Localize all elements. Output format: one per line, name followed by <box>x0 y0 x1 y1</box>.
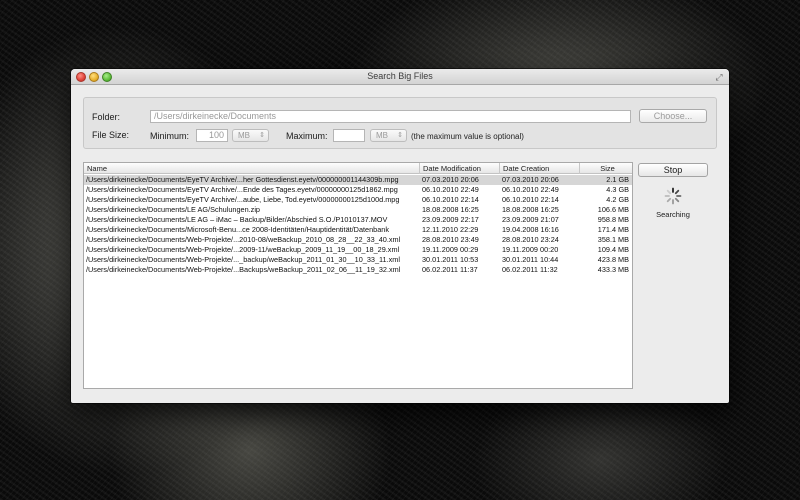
cell-size: 171.4 MB <box>597 225 629 234</box>
cell-name: /Users/dirkeinecke/Documents/LE AG/Schul… <box>86 205 260 214</box>
cell-date-creation: 06.10.2010 22:49 <box>502 185 559 194</box>
cell-name: /Users/dirkeinecke/Documents/EyeTV Archi… <box>86 175 399 184</box>
table-row[interactable]: /Users/dirkeinecke/Documents/Microsoft-B… <box>84 225 632 235</box>
cell-size: 109.4 MB <box>597 245 629 254</box>
cell-date-modification: 19.11.2009 00:29 <box>422 245 479 254</box>
cell-date-modification: 06.02.2011 11:37 <box>422 265 478 274</box>
table-row[interactable]: /Users/dirkeinecke/Documents/EyeTV Archi… <box>84 195 632 205</box>
cell-size: 106.6 MB <box>597 205 629 214</box>
cell-size: 423.8 MB <box>597 255 629 264</box>
fullscreen-icon[interactable]: ⤢ <box>714 72 724 82</box>
cell-date-creation: 30.01.2011 10:44 <box>502 255 559 264</box>
spinner-icon <box>664 187 682 205</box>
cell-name: /Users/dirkeinecke/Documents/EyeTV Archi… <box>86 185 398 194</box>
chevron-up-down-icon: ⇕ <box>259 132 265 139</box>
window-title: Search Big Files <box>367 71 433 81</box>
minimum-unit-select[interactable]: MB ⇕ <box>232 129 269 142</box>
cell-size: 958.8 MB <box>597 215 629 224</box>
cell-name: /Users/dirkeinecke/Documents/Web-Projekt… <box>86 235 401 244</box>
minimum-size-input[interactable]: 100 <box>196 129 228 142</box>
cell-date-creation: 07.03.2010 20:06 <box>502 175 559 184</box>
title-bar[interactable]: Search Big Files ⤢ <box>71 69 729 85</box>
cell-date-creation: 19.11.2009 00:20 <box>502 245 559 254</box>
cell-date-creation: 06.10.2010 22:14 <box>502 195 559 204</box>
cell-date-creation: 28.08.2010 23:24 <box>502 235 559 244</box>
table-row[interactable]: /Users/dirkeinecke/Documents/LE AG/Schul… <box>84 205 632 215</box>
cell-name: /Users/dirkeinecke/Documents/LE AG – iMa… <box>86 215 388 224</box>
table-row[interactable]: /Users/dirkeinecke/Documents/Web-Projekt… <box>84 245 632 255</box>
cell-date-creation: 18.08.2008 16:25 <box>502 205 559 214</box>
cell-date-modification: 18.08.2008 16:25 <box>422 205 479 214</box>
table-header: Name Date Modification Date Creation Siz… <box>84 163 632 174</box>
cell-size: 4.3 GB <box>606 185 629 194</box>
column-header-date-modification[interactable]: Date Modification <box>420 163 500 174</box>
cell-date-modification: 23.09.2009 22:17 <box>422 215 479 224</box>
folder-path-field[interactable]: /Users/dirkeinecke/Documents <box>150 110 631 123</box>
file-size-label: File Size: <box>92 130 130 140</box>
cell-date-creation: 06.02.2011 11:32 <box>502 265 558 274</box>
cell-date-modification: 06.10.2010 22:14 <box>422 195 479 204</box>
cell-name: /Users/dirkeinecke/Documents/Web-Projekt… <box>86 245 400 254</box>
column-header-date-creation[interactable]: Date Creation <box>500 163 580 174</box>
cell-name: /Users/dirkeinecke/Documents/Microsoft-B… <box>86 225 389 234</box>
minimum-unit-value: MB <box>238 131 250 140</box>
folder-label: Folder: <box>92 112 121 122</box>
table-row[interactable]: /Users/dirkeinecke/Documents/EyeTV Archi… <box>84 185 632 195</box>
search-status-text: Searching <box>656 210 690 219</box>
cell-size: 2.1 GB <box>606 175 629 184</box>
cell-date-modification: 30.01.2011 10:53 <box>422 255 479 264</box>
maximum-label: Maximum: <box>286 131 328 141</box>
search-big-files-window: Search Big Files ⤢ Folder: /Users/dirkei… <box>71 69 729 403</box>
cell-date-modification: 06.10.2010 22:49 <box>422 185 479 194</box>
table-row[interactable]: /Users/dirkeinecke/Documents/EyeTV Archi… <box>84 175 632 185</box>
cell-date-modification: 12.11.2010 22:29 <box>422 225 479 234</box>
cell-date-modification: 07.03.2010 20:06 <box>422 175 479 184</box>
cell-date-creation: 23.09.2009 21:07 <box>502 215 559 224</box>
cell-date-creation: 19.04.2008 16:16 <box>502 225 559 234</box>
table-row[interactable]: /Users/dirkeinecke/Documents/Web-Projekt… <box>84 265 632 275</box>
cell-size: 433.3 MB <box>597 265 629 274</box>
maximum-size-input[interactable] <box>333 129 365 142</box>
table-row[interactable]: /Users/dirkeinecke/Documents/Web-Projekt… <box>84 235 632 245</box>
choose-folder-button[interactable]: Choose... <box>639 109 707 123</box>
cell-size: 358.1 MB <box>597 235 629 244</box>
results-table[interactable]: Name Date Modification Date Creation Siz… <box>83 162 633 389</box>
cell-date-modification: 28.08.2010 23:49 <box>422 235 479 244</box>
table-row[interactable]: /Users/dirkeinecke/Documents/Web-Projekt… <box>84 255 632 265</box>
chevron-up-down-icon: ⇕ <box>397 132 403 139</box>
column-header-size[interactable]: Size <box>580 163 632 174</box>
stop-button[interactable]: Stop <box>638 163 708 177</box>
cell-size: 4.2 GB <box>606 195 629 204</box>
column-header-name[interactable]: Name <box>84 163 420 174</box>
search-options-panel: Folder: /Users/dirkeinecke/Documents Cho… <box>83 97 717 149</box>
cell-name: /Users/dirkeinecke/Documents/EyeTV Archi… <box>86 195 400 204</box>
maximum-unit-value: MB <box>376 131 388 140</box>
maximum-unit-select[interactable]: MB ⇕ <box>370 129 407 142</box>
maximum-hint: (the maximum value is optional) <box>411 132 524 141</box>
minimum-label: Minimum: <box>150 131 190 141</box>
table-row[interactable]: /Users/dirkeinecke/Documents/LE AG – iMa… <box>84 215 632 225</box>
cell-name: /Users/dirkeinecke/Documents/Web-Projekt… <box>86 265 401 274</box>
cell-name: /Users/dirkeinecke/Documents/Web-Projekt… <box>86 255 400 264</box>
